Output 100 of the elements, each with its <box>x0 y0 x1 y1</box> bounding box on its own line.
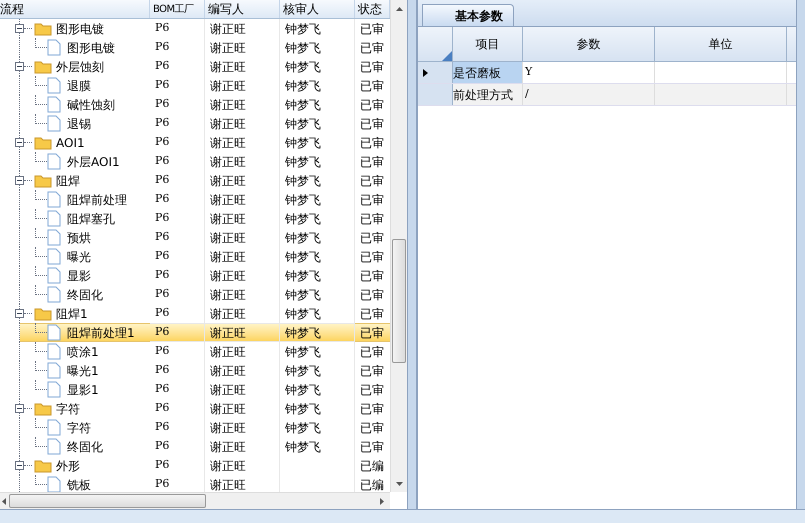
folder-icon <box>34 60 52 74</box>
table-cell-text: 钟梦飞 <box>285 58 321 76</box>
table-cell-text: P6 <box>155 96 170 112</box>
tree-item[interactable]: 碱性蚀刻 <box>67 96 115 114</box>
collapse-icon[interactable] <box>15 404 24 413</box>
tree-item[interactable]: 阻焊塞孔 <box>67 210 115 228</box>
scroll-left-icon[interactable] <box>2 498 6 504</box>
table-cell-text: Y <box>525 64 532 80</box>
tree-item[interactable]: AOI1 <box>56 134 85 152</box>
table-cell-text: 已审 <box>360 286 384 304</box>
collapse-icon[interactable] <box>15 461 24 470</box>
tree-item[interactable]: 图形电镀 <box>67 38 115 56</box>
tree-item[interactable]: 图形电镀 <box>56 20 104 38</box>
scroll-right-icon[interactable] <box>380 498 384 504</box>
tree-item[interactable]: 外形 <box>56 456 80 474</box>
table-cell-text: 已审 <box>360 134 384 152</box>
folder-icon <box>34 458 52 472</box>
horizontal-scrollbar[interactable] <box>0 492 390 509</box>
tree-item[interactable]: 显影 <box>67 266 91 284</box>
table-cell-text: 谢正旺 <box>210 20 246 38</box>
table-cell-text: 谢正旺 <box>210 116 246 132</box>
collapse-icon[interactable] <box>15 138 24 147</box>
table-cell-text: P6 <box>155 248 170 264</box>
tree-item[interactable]: 预烘 <box>67 228 91 246</box>
table-cell-text: 谢正旺 <box>210 400 246 418</box>
tree-item[interactable]: 字符 <box>56 400 80 418</box>
table-cell-text: 已编 <box>360 476 384 492</box>
table-cell-text: 谢正旺 <box>210 362 246 380</box>
collapse-icon[interactable] <box>15 176 24 185</box>
folder-icon <box>34 174 52 188</box>
tree-item[interactable]: 显影1 <box>67 380 99 398</box>
table-cell-text: 谢正旺 <box>210 344 246 360</box>
tree-item[interactable]: 外层蚀刻 <box>56 58 104 76</box>
document-icon <box>47 191 61 208</box>
folder-icon <box>34 22 52 36</box>
tree-item[interactable]: 阻焊 <box>56 172 80 190</box>
table-cell-text: 已审 <box>360 344 384 360</box>
table-cell-text: P6 <box>155 172 170 188</box>
column-header[interactable]: BOM工厂 <box>150 0 205 18</box>
tree-item[interactable]: 字符 <box>67 418 91 436</box>
table-cell-text: 已审 <box>360 20 384 38</box>
table-cell-text: 谢正旺 <box>210 268 246 284</box>
tree-item[interactable]: 曝光 <box>67 248 91 266</box>
row-header[interactable] <box>418 62 453 83</box>
column-header[interactable]: 参数 <box>523 27 655 61</box>
table-cell-text: 谢正旺 <box>210 134 246 152</box>
scroll-thumb[interactable] <box>392 239 406 363</box>
table-cell-text: 已审 <box>360 172 384 190</box>
table-cell-text: 谢正旺 <box>210 78 246 94</box>
table-cell-text: 钟梦飞 <box>285 172 321 190</box>
document-icon <box>47 39 61 56</box>
collapse-icon[interactable] <box>15 24 24 33</box>
table-cell-text: 钟梦飞 <box>285 306 321 322</box>
table-cell-text: P6 <box>155 191 170 208</box>
table-cell-text: 已审 <box>360 420 384 436</box>
tree-item[interactable]: 终固化 <box>67 438 103 456</box>
table-cell-text: 已审 <box>360 324 384 341</box>
table-cell-text: 已审 <box>360 382 384 398</box>
table-cell-text: 谢正旺 <box>210 192 246 208</box>
table-row[interactable]: 前处理方式 / <box>418 84 796 106</box>
collapse-icon[interactable] <box>15 309 24 318</box>
tree-item[interactable]: 阻焊1 <box>56 304 88 322</box>
tree-item[interactable]: 退膜 <box>67 76 91 94</box>
table-cell-text: 已审 <box>360 192 384 208</box>
tree-item[interactable]: 曝光1 <box>67 362 99 380</box>
document-icon <box>47 419 61 436</box>
table-cell-text: P6 <box>155 58 170 74</box>
tree-item[interactable]: 阻焊前处理 <box>67 190 127 208</box>
scroll-down-icon[interactable] <box>396 482 402 486</box>
table-cell-text: 钟梦飞 <box>285 286 321 304</box>
column-header[interactable]: 流程 <box>0 0 150 18</box>
table-cell-text: 谢正旺 <box>210 420 246 436</box>
column-header[interactable]: 核审人 <box>280 0 355 18</box>
table-cell-text: 钟梦飞 <box>285 230 321 246</box>
document-icon <box>47 324 61 341</box>
document-icon <box>47 438 61 455</box>
corner-triangle-icon <box>442 51 452 61</box>
table-cell-text: / <box>525 86 529 102</box>
table-cell-text: 钟梦飞 <box>285 438 321 456</box>
table-cell-text: 前处理方式 <box>453 86 513 104</box>
vertical-scrollbar[interactable] <box>390 0 407 492</box>
column-header[interactable]: 编写人 <box>205 0 280 18</box>
table-cell-text: P6 <box>155 305 170 322</box>
tree-item[interactable]: 外层AOI1 <box>67 152 120 170</box>
tree-item[interactable]: 铣板 <box>67 476 91 492</box>
scroll-up-icon[interactable] <box>396 7 402 11</box>
tree-item[interactable]: 退锡 <box>67 114 91 132</box>
tab[interactable]: 基本参数 <box>422 4 514 26</box>
table-cell-text: 已审 <box>360 248 384 266</box>
document-icon <box>47 343 61 360</box>
tree-item[interactable]: 终固化 <box>67 286 103 304</box>
column-header[interactable]: 项目 <box>453 27 523 61</box>
column-header[interactable]: 单位 <box>655 27 787 61</box>
table-cell-text: 已审 <box>360 154 384 170</box>
scroll-thumb[interactable] <box>9 494 206 508</box>
table-cell-text: 已编 <box>360 458 384 474</box>
collapse-icon[interactable] <box>15 62 24 71</box>
table-row[interactable]: 是否磨板 Y <box>418 62 796 84</box>
table-cell-text: 钟梦飞 <box>285 40 321 56</box>
tree-item[interactable]: 喷涂1 <box>67 342 99 360</box>
